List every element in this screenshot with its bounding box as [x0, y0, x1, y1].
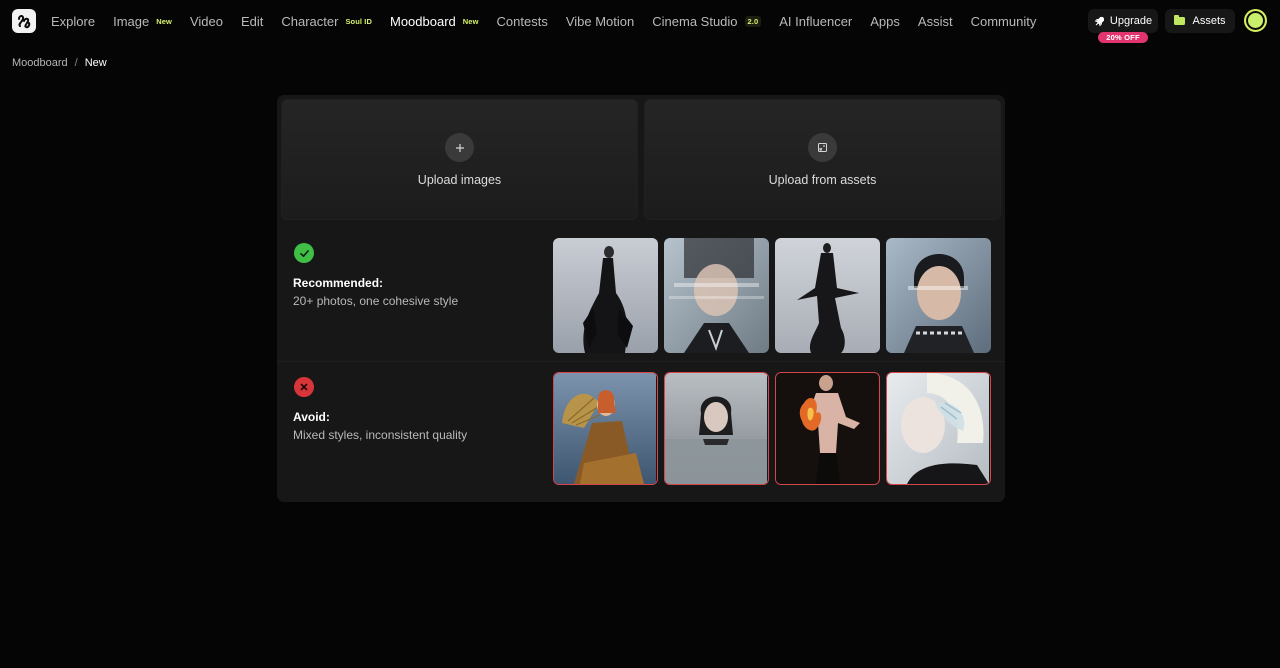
- nav-label: Character: [281, 13, 339, 29]
- nav-label: Explore: [51, 13, 96, 29]
- upgrade-label: Upgrade: [1109, 15, 1153, 27]
- top-navigation-bar: Explore Image New Video Edit Character Sou…: [0, 0, 1280, 43]
- nav-label: Vibe Motion: [565, 13, 635, 29]
- breadcrumb-moodboard[interactable]: Moodboard: [12, 57, 68, 69]
- example-image: [886, 238, 991, 353]
- logo-icon: [18, 15, 31, 29]
- nav-label: Contests: [496, 13, 548, 29]
- nav-label: Apps: [870, 13, 900, 29]
- example-image: [664, 238, 769, 353]
- nav-item-moodboard[interactable]: Moodboard New: [390, 14, 479, 29]
- nav-item-apps[interactable]: Apps: [870, 14, 900, 29]
- assets-label: Assets: [1192, 15, 1226, 27]
- discount-badge: 20% OFF: [1098, 32, 1148, 43]
- nav-item-edit[interactable]: Edit: [241, 14, 263, 29]
- nav-item-character[interactable]: Character Soul ID: [281, 14, 372, 29]
- upgrade-button[interactable]: Upgrade: [1088, 9, 1158, 33]
- nav-item-video[interactable]: Video: [190, 14, 223, 29]
- nav-label: AI Influencer: [779, 13, 853, 29]
- nav-label: Video: [189, 13, 223, 29]
- rocket-icon: [1094, 16, 1104, 26]
- check-icon: [294, 243, 314, 263]
- version-badge: 2.0: [744, 15, 762, 27]
- assets-button[interactable]: Assets: [1165, 9, 1235, 33]
- breadcrumb-separator: /: [74, 57, 78, 69]
- avoid-description: Mixed styles, inconsistent quality: [293, 428, 468, 442]
- upload-images-button[interactable]: Upload images: [281, 99, 638, 220]
- nav-item-image[interactable]: Image New: [113, 14, 172, 29]
- nav-label: Community: [970, 13, 1037, 29]
- nav-label: Moodboard: [390, 13, 456, 29]
- soul-id-badge: Soul ID: [345, 16, 372, 26]
- breadcrumb: Moodboard / New: [12, 57, 107, 69]
- app-logo[interactable]: [12, 9, 36, 33]
- nav-item-contests[interactable]: Contests: [497, 14, 548, 29]
- moodboard-panel: Upload images Upload from assets Recomme…: [277, 95, 1005, 502]
- example-image: [886, 372, 991, 485]
- image-import-icon: [808, 133, 837, 162]
- upload-from-assets-button[interactable]: Upload from assets: [644, 99, 1001, 220]
- upload-from-assets-label: Upload from assets: [768, 173, 877, 187]
- main-nav: Explore Image New Video Edit Character Sou…: [51, 0, 1054, 42]
- nav-item-community[interactable]: Community: [971, 14, 1037, 29]
- recommended-description: 20+ photos, one cohesive style: [293, 294, 459, 308]
- upload-images-label: Upload images: [417, 173, 502, 187]
- new-badge: New: [462, 16, 479, 26]
- nav-item-assist[interactable]: Assist: [918, 14, 953, 29]
- nav-item-ai-influencer[interactable]: AI Influencer: [779, 14, 852, 29]
- nav-item-explore[interactable]: Explore: [51, 14, 95, 29]
- nav-item-vibe-motion[interactable]: Vibe Motion: [566, 14, 634, 29]
- new-badge: New: [156, 16, 172, 26]
- example-image: [775, 238, 880, 353]
- avoid-examples: [553, 372, 991, 485]
- nav-label: Edit: [240, 13, 264, 29]
- folder-icon: [1174, 15, 1186, 25]
- nav-label: Image: [113, 13, 150, 29]
- user-avatar[interactable]: [1244, 9, 1267, 32]
- example-image: [664, 372, 769, 485]
- breadcrumb-current: New: [84, 57, 107, 69]
- example-image: [775, 372, 880, 485]
- recommended-examples: [553, 238, 991, 353]
- example-image: [553, 238, 658, 353]
- nav-label: Cinema Studio: [652, 13, 738, 29]
- nav-item-cinema-studio[interactable]: Cinema Studio 2.0: [652, 13, 762, 29]
- recommended-title: Recommended:: [293, 276, 384, 290]
- x-icon: [294, 377, 314, 397]
- section-divider: [277, 361, 1005, 362]
- example-image: [553, 372, 658, 485]
- nav-label: Assist: [917, 13, 953, 29]
- avoid-title: Avoid:: [293, 410, 330, 424]
- plus-icon: [445, 133, 474, 162]
